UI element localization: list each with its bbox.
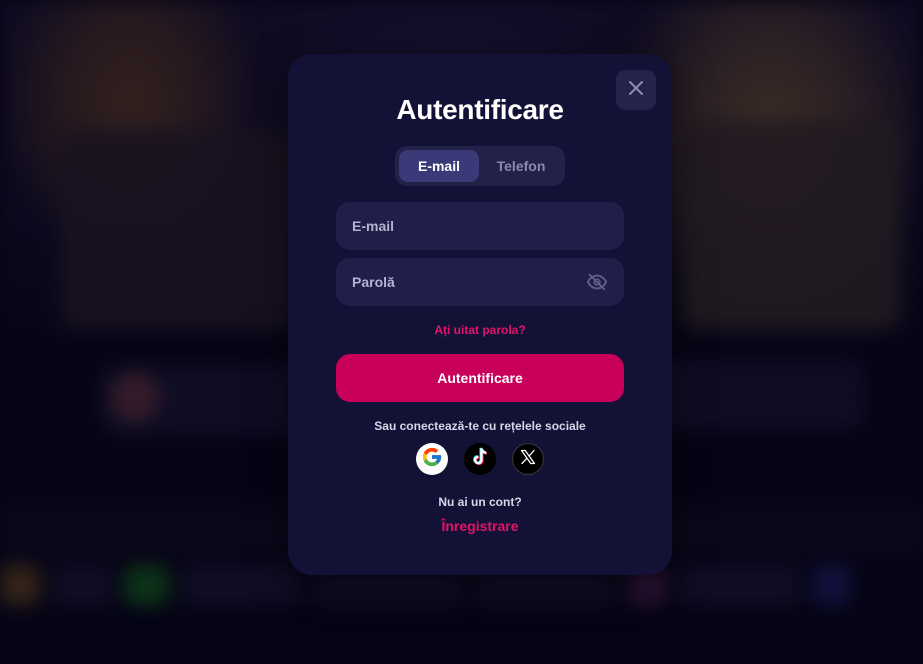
email-field[interactable] [352, 218, 608, 234]
x-icon [520, 449, 536, 470]
password-field[interactable] [352, 274, 586, 290]
eye-off-icon[interactable] [586, 270, 608, 294]
forgot-password-link[interactable]: Ați uitat parola? [288, 323, 672, 337]
google-icon [421, 446, 443, 473]
password-field-container [336, 258, 624, 306]
tab-email[interactable]: E-mail [399, 150, 479, 182]
modal-title: Autentificare [396, 94, 564, 125]
tiktok-icon [471, 447, 489, 472]
social-login-row [416, 443, 544, 475]
login-modal: Autentificare E-mail Telefon Ați uitat p… [288, 54, 672, 575]
tiktok-login-button[interactable] [464, 443, 496, 475]
register-link[interactable]: Înregistrare [288, 518, 672, 534]
login-submit-button[interactable]: Autentificare [336, 354, 624, 402]
social-login-label: Sau conectează-te cu rețelele sociale [374, 419, 586, 433]
email-field-container [336, 202, 624, 250]
auth-method-tabs: E-mail Telefon [395, 146, 565, 186]
tab-phone[interactable]: Telefon [481, 150, 561, 182]
google-login-button[interactable] [416, 443, 448, 475]
no-account-text: Nu ai un cont? [438, 495, 522, 509]
x-login-button[interactable] [512, 443, 544, 475]
